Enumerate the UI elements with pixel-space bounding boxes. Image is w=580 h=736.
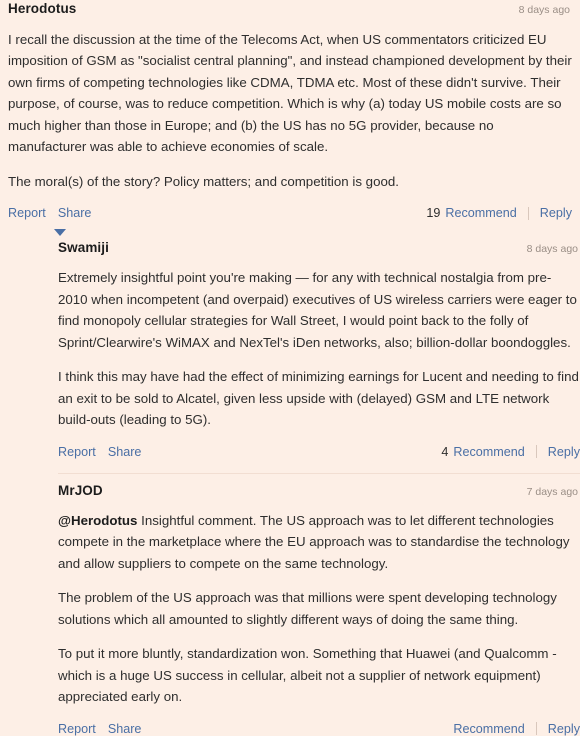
action-bar-right: 19 Recommend Reply (426, 206, 572, 220)
comment-paragraph: I recall the discussion at the time of t… (8, 31, 572, 155)
recommend-link[interactable]: Recommend (453, 445, 524, 459)
recommend-count: 4 (441, 444, 449, 459)
comment-paragraph: To put it more bluntly, standardization … (58, 646, 557, 705)
comment-header: Swamiji 8 days ago (58, 239, 580, 256)
action-separator (535, 445, 537, 459)
comment-paragraph: Extremely insightful point you're making… (58, 270, 577, 350)
comment-timestamp: 7 days ago (526, 485, 578, 498)
comment-author[interactable]: MrJOD (58, 483, 103, 499)
action-separator (527, 206, 529, 220)
comment-author[interactable]: Swamiji (58, 240, 109, 256)
collapse-triangle-icon[interactable] (54, 229, 66, 237)
action-bar-left: Report Share (58, 722, 141, 736)
collapse-toggle-row (0, 220, 580, 239)
recommend-count: 19 (426, 206, 441, 221)
action-bar-left: Report Share (8, 206, 91, 220)
comment-paragraph: The problem of the US approach was that … (58, 590, 557, 627)
share-link[interactable]: Share (108, 445, 142, 459)
report-link[interactable]: Report (8, 206, 46, 220)
reply-link[interactable]: Reply (548, 722, 580, 736)
comment-timestamp: 8 days ago (518, 4, 570, 16)
action-bar-right: 4 Recommend Reply (441, 445, 580, 459)
comment-action-bar: Report Share Recommend Reply (58, 708, 580, 736)
recommend-link[interactable]: Recommend (445, 206, 516, 220)
share-link[interactable]: Share (58, 206, 92, 220)
report-link[interactable]: Report (58, 722, 96, 736)
comment-mrjod: MrJOD 7 days ago @Herodotus Insightful c… (0, 482, 580, 736)
action-bar-right: Recommend Reply (453, 722, 580, 736)
share-link[interactable]: Share (108, 722, 142, 736)
action-separator (535, 722, 537, 736)
comment-header: MrJOD 7 days ago (58, 482, 580, 499)
reply-link[interactable]: Reply (548, 445, 580, 459)
comment-action-bar: Report Share 19 Recommend Reply (8, 192, 572, 220)
report-link[interactable]: Report (58, 445, 96, 459)
comment-paragraph: @Herodotus Insightful comment. The US ap… (58, 510, 580, 575)
reply-link[interactable]: Reply (540, 206, 572, 220)
comment-swamiji: Swamiji 8 days ago Extremely insightful … (0, 239, 580, 458)
comment-body: @Herodotus Insightful comment. The US ap… (58, 499, 580, 708)
action-bar-left: Report Share (58, 445, 141, 459)
comment-thread: Herodotus 8 days ago I recall the discus… (0, 0, 580, 736)
comment-body: Extremely insightful point you're making… (58, 256, 580, 431)
comment-paragraph: I think this may have had the effect of … (58, 369, 579, 428)
comment-body: I recall the discussion at the time of t… (8, 17, 572, 193)
comment-header: Herodotus 8 days ago (8, 0, 572, 17)
comment-timestamp: 8 days ago (526, 243, 578, 256)
comment-paragraph: The moral(s) of the story? Policy matter… (8, 173, 399, 189)
mention-link[interactable]: @Herodotus (58, 513, 137, 528)
comment-herodotus: Herodotus 8 days ago I recall the discus… (0, 0, 580, 220)
comment-author[interactable]: Herodotus (8, 1, 76, 17)
comment-action-bar: Report Share 4 Recommend Reply (58, 431, 580, 459)
recommend-link[interactable]: Recommend (453, 722, 524, 736)
